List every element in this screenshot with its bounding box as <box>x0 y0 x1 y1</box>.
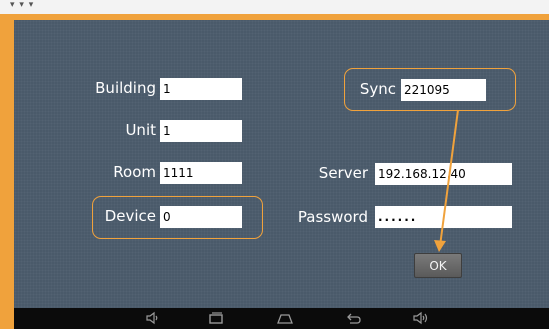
ok-button[interactable]: OK <box>414 253 462 278</box>
unit-label: Unit <box>125 121 156 139</box>
home-icon[interactable] <box>276 311 294 325</box>
building-label: Building <box>95 79 156 97</box>
volume-down-icon[interactable] <box>144 311 162 325</box>
volume-up-icon[interactable] <box>412 311 430 325</box>
password-label: Password <box>297 208 368 226</box>
status-icons: ▾ ▾ ▾ <box>10 0 35 10</box>
building-field[interactable] <box>160 78 242 100</box>
room-label: Room <box>113 163 156 181</box>
server-label: Server <box>318 164 368 182</box>
device-field[interactable] <box>160 206 242 228</box>
sync-label: Sync <box>359 80 396 98</box>
server-field[interactable] <box>375 163 512 185</box>
unit-field[interactable] <box>160 120 242 142</box>
back-icon[interactable] <box>345 311 363 325</box>
password-field[interactable] <box>375 206 512 228</box>
device-label: Device <box>104 207 156 225</box>
recent-apps-icon[interactable] <box>207 311 225 325</box>
status-strip: ▾ ▾ ▾ <box>0 0 549 14</box>
sync-field[interactable] <box>401 79 486 101</box>
room-field[interactable] <box>160 162 242 184</box>
navigation-bar <box>14 308 549 329</box>
